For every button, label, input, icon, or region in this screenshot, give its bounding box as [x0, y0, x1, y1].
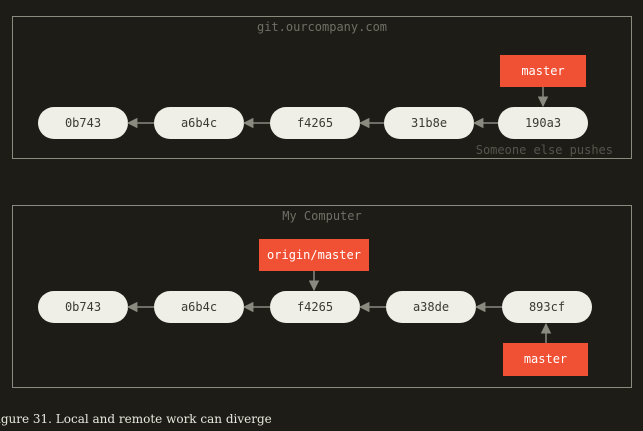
remote-commit-3: f4265	[270, 107, 360, 139]
remote-repo-title: git.ourcompany.com	[256, 20, 388, 34]
local-commit-2: a6b4c	[154, 291, 244, 323]
local-commit-3: f4265	[270, 291, 360, 323]
local-repo-title: My Computer	[282, 209, 362, 223]
remote-commit-5: 190a3	[498, 107, 588, 139]
local-commit-5: 893cf	[502, 291, 592, 323]
remote-master-branch: master	[500, 55, 586, 87]
remote-commit-1: 0b743	[38, 107, 128, 139]
origin-master-branch: origin/master	[259, 239, 369, 271]
figure-caption: igure 31. Local and remote work can dive…	[0, 412, 272, 426]
diagram-canvas: git.ourcompany.com Someone else pushes 0…	[0, 0, 643, 431]
local-master-branch: master	[503, 343, 588, 376]
remote-note: Someone else pushes	[475, 143, 613, 157]
local-commit-4: a38de	[386, 291, 476, 323]
local-commit-1: 0b743	[38, 291, 128, 323]
remote-commit-4: 31b8e	[384, 107, 474, 139]
remote-commit-2: a6b4c	[154, 107, 244, 139]
